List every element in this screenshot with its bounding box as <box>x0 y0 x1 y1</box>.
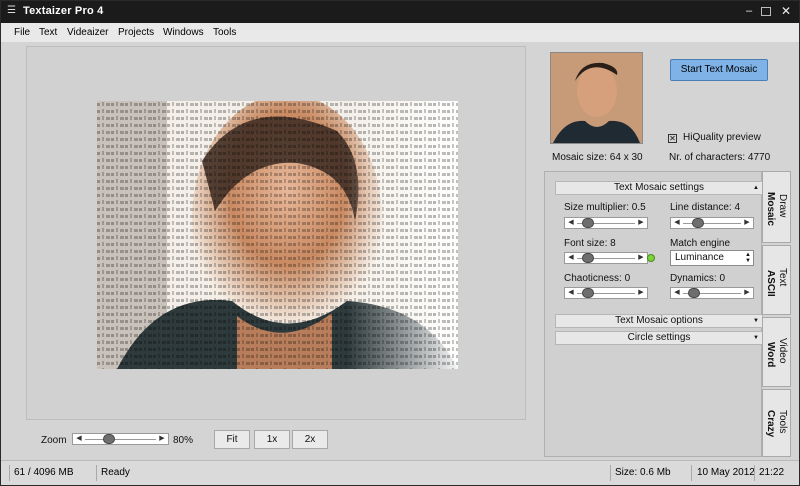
close-icon[interactable]: ✕ <box>778 4 794 19</box>
slider-right-arrow-icon[interactable]: ▶ <box>742 288 752 298</box>
status-bar: 61 / 4096 MB Ready Size: 0.6 Mb 10 May 2… <box>1 460 799 485</box>
zoom-2x-button[interactable]: 2x <box>292 430 328 449</box>
line-distance-label: Line distance: 4 <box>670 202 741 213</box>
section-title: Circle settings <box>627 332 691 343</box>
tab-main-label: Video <box>777 338 788 364</box>
status-divider <box>691 465 692 481</box>
tab-sub-label: ASCII <box>765 270 776 297</box>
status-divider <box>9 465 10 481</box>
memory-usage: 61 / 4096 MB <box>14 467 74 478</box>
menu-projects[interactable]: Projects <box>118 27 154 38</box>
characters-count-text: Nr. of characters: 4770 <box>669 152 771 163</box>
text-mosaic-image[interactable] <box>97 101 458 369</box>
thumbnail-picture <box>551 53 642 143</box>
spin-arrows-icon[interactable]: ▲ ▼ <box>745 252 751 264</box>
menu-file[interactable]: File <box>14 27 30 38</box>
font-size-slider[interactable]: ◀ ▶ <box>564 252 648 264</box>
slider-right-arrow-icon[interactable]: ▶ <box>636 253 646 263</box>
slider-left-arrow-icon[interactable]: ◀ <box>566 253 576 263</box>
tab-sub-label: Crazy <box>765 410 776 438</box>
slider-knob[interactable] <box>581 253 594 263</box>
zoom-1x-button[interactable]: 1x <box>254 430 290 449</box>
menu-videaizer[interactable]: Videaizer <box>67 27 109 38</box>
slider-left-arrow-icon[interactable]: ◀ <box>566 218 576 228</box>
tab-video-word[interactable]: Video Word <box>762 317 791 387</box>
font-size-label: Font size: 8 <box>564 238 616 249</box>
menu-text[interactable]: Text <box>39 27 57 38</box>
slider-right-arrow-icon[interactable]: ▶ <box>636 218 646 228</box>
source-image-thumbnail[interactable] <box>550 52 643 144</box>
zoom-slider[interactable]: ◀ ▶ <box>72 433 169 445</box>
tab-tools-crazy[interactable]: Tools Crazy <box>762 389 791 457</box>
slider-right-arrow-icon[interactable]: ▶ <box>636 288 646 298</box>
slider-knob[interactable] <box>102 434 115 444</box>
circle-settings-header[interactable]: Circle settings ▼ <box>555 331 763 345</box>
mosaic-picture <box>97 101 458 369</box>
app-menu-icon[interactable]: ☰ <box>7 6 17 16</box>
maximize-icon[interactable] <box>761 7 771 16</box>
status-time: 21:22 <box>759 467 785 478</box>
status-text: Ready <box>101 467 130 478</box>
slider-left-arrow-icon[interactable]: ◀ <box>566 288 576 298</box>
tab-sub-label: Word <box>765 342 776 368</box>
section-title: Text Mosaic options <box>615 315 703 326</box>
status-date: 10 May 2012 <box>697 467 755 478</box>
text-mosaic-settings-header[interactable]: Text Mosaic settings ▲ <box>555 181 763 195</box>
zoom-controls: Zoom ◀ ▶ 80% Fit 1x 2x <box>1 427 531 451</box>
hiquality-preview-checkbox[interactable]: ✕ HiQuality preview <box>668 132 761 143</box>
section-title: Text Mosaic settings <box>613 182 705 193</box>
slider-right-arrow-icon[interactable]: ▶ <box>157 434 167 444</box>
slider-knob[interactable] <box>581 288 594 298</box>
slider-knob[interactable] <box>687 288 700 298</box>
start-text-mosaic-button[interactable]: Start Text Mosaic <box>670 59 768 81</box>
zoom-label: Zoom <box>41 435 67 446</box>
slider-left-arrow-icon[interactable]: ◀ <box>672 288 682 298</box>
menu-tools[interactable]: Tools <box>213 27 236 38</box>
tab-draw-mosaic[interactable]: Draw Mosaic <box>762 171 791 243</box>
expand-caret-icon: ▼ <box>753 318 759 324</box>
hiquality-label: HiQuality preview <box>683 132 761 143</box>
status-dot-icon <box>647 254 655 262</box>
line-distance-slider[interactable]: ◀ ▶ <box>670 217 754 229</box>
settings-panel: Text Mosaic settings ▲ Text Mosaic optio… <box>544 171 763 457</box>
window-title: Textaizer Pro 4 <box>23 5 104 17</box>
slider-knob[interactable] <box>692 218 705 228</box>
size-multiplier-label: Size multiplier: 0.5 <box>564 202 646 213</box>
tab-main-label: Text <box>777 268 788 287</box>
match-engine-value: Luminance <box>675 252 724 263</box>
chaoticness-label: Chaoticness: 0 <box>564 273 631 284</box>
text-mosaic-options-header[interactable]: Text Mosaic options ▼ <box>555 314 763 328</box>
zoom-value: 80% <box>173 435 194 446</box>
file-size: Size: 0.6 Mb <box>615 467 671 478</box>
chaoticness-slider[interactable]: ◀ ▶ <box>564 287 648 299</box>
status-divider <box>754 465 755 481</box>
match-engine-label: Match engine <box>670 238 731 249</box>
checkbox-checked-icon[interactable]: ✕ <box>668 134 677 143</box>
slider-right-arrow-icon[interactable]: ▶ <box>742 218 752 228</box>
canvas-panel <box>26 46 526 420</box>
size-multiplier-slider[interactable]: ◀ ▶ <box>564 217 648 229</box>
slider-track <box>85 439 156 440</box>
tab-text-ascii[interactable]: Text ASCII <box>762 245 791 315</box>
expand-caret-icon: ▼ <box>753 335 759 341</box>
slider-knob[interactable] <box>581 218 594 228</box>
dynamics-label: Dynamics: 0 <box>670 273 726 284</box>
slider-left-arrow-icon[interactable]: ◀ <box>672 218 682 228</box>
minimize-icon[interactable]: – <box>741 4 757 19</box>
tab-main-label: Tools <box>777 410 788 434</box>
status-divider <box>610 465 611 481</box>
match-engine-select[interactable]: Luminance ▲ ▼ <box>670 250 754 266</box>
status-divider <box>96 465 97 481</box>
menu-bar: File Text Videaizer Projects Windows Too… <box>1 23 799 42</box>
collapse-caret-icon: ▲ <box>753 185 759 191</box>
tab-main-label: Draw <box>777 194 788 218</box>
zoom-fit-button[interactable]: Fit <box>214 430 250 449</box>
title-bar: ☰ Textaizer Pro 4 – ✕ <box>1 1 799 23</box>
dynamics-slider[interactable]: ◀ ▶ <box>670 287 754 299</box>
mosaic-size-text: Mosaic size: 64 x 30 <box>552 152 643 163</box>
menu-windows[interactable]: Windows <box>163 27 204 38</box>
app-window: ☰ Textaizer Pro 4 – ✕ File Text Videaize… <box>0 0 800 486</box>
slider-left-arrow-icon[interactable]: ◀ <box>74 434 84 444</box>
tab-sub-label: Mosaic <box>765 192 776 226</box>
